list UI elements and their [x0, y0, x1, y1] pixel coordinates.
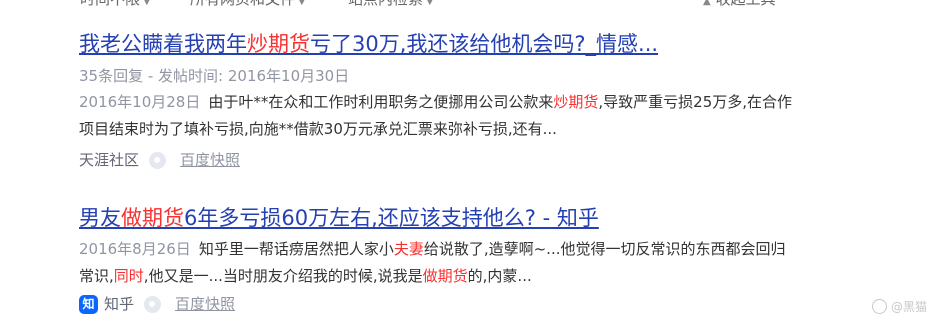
collapse-tools-button[interactable]: ▲ 收起工具: [700, 0, 776, 9]
keyword-highlight: 做期货: [422, 267, 468, 285]
chevron-down-icon: ▼: [298, 0, 306, 7]
keyword-highlight: 炒期货: [553, 93, 599, 111]
trust-shield-icon[interactable]: [149, 151, 167, 169]
keyword-highlight: 炒期货: [247, 32, 310, 56]
keyword-highlight: 同时: [113, 267, 144, 285]
source-name: 天涯社区: [79, 151, 140, 169]
result-title-link[interactable]: 我老公瞒着我两年炒期货亏了30万,我还该给他机会吗?_情感...: [79, 30, 799, 58]
chevron-up-icon: ▲: [703, 0, 711, 7]
type-filter[interactable]: 所有网页和文件▼: [190, 0, 306, 9]
weibo-icon: [871, 299, 887, 314]
search-result: 我老公瞒着我两年炒期货亏了30万,我还该给他机会吗?_情感... 35条回复 -…: [79, 30, 799, 171]
result-source: 知 知乎 百度快照: [79, 293, 799, 315]
chevron-down-icon: ▼: [143, 0, 151, 7]
site-filter[interactable]: 站点内检索▼: [348, 0, 434, 9]
snapshot-link[interactable]: 百度快照: [175, 293, 235, 315]
search-tools-bar: 时间不限▼ 所有网页和文件▼ 站点内检索▼ ▲ 收起工具: [80, 0, 937, 12]
time-filter[interactable]: 时间不限▼: [80, 0, 151, 9]
result-meta: 35条回复 - 发帖时间: 2016年10月30日: [79, 67, 350, 85]
keyword-highlight: 做期货: [121, 206, 184, 230]
abstract-date: 2016年8月26日: [79, 240, 191, 258]
source-name: 知乎: [104, 295, 135, 313]
search-result: 男友做期货6年多亏损60万左右,还应该支持他么? - 知乎 2016年8月26日…: [79, 204, 799, 315]
keyword-highlight: 夫妻: [393, 240, 424, 258]
abstract-date: 2016年10月28日: [79, 93, 201, 111]
result-abstract: 2016年8月26日 知乎里一帮话痨居然把人家小夫妻给说散了,造孽啊~...他觉得…: [79, 240, 786, 285]
chevron-down-icon: ▼: [426, 0, 434, 7]
snapshot-link[interactable]: 百度快照: [180, 149, 240, 171]
zhihu-logo-icon: 知: [79, 294, 98, 314]
result-title-link[interactable]: 男友做期货6年多亏损60万左右,还应该支持他么? - 知乎: [79, 204, 799, 232]
result-abstract: 2016年10月28日 由于叶**在众和工作时利用职务之便挪用公司公款来炒期货,导…: [79, 93, 793, 138]
trust-shield-icon[interactable]: [144, 295, 162, 313]
result-source: 天涯社区 百度快照: [79, 149, 799, 171]
watermark: @黑猫: [871, 298, 927, 315]
